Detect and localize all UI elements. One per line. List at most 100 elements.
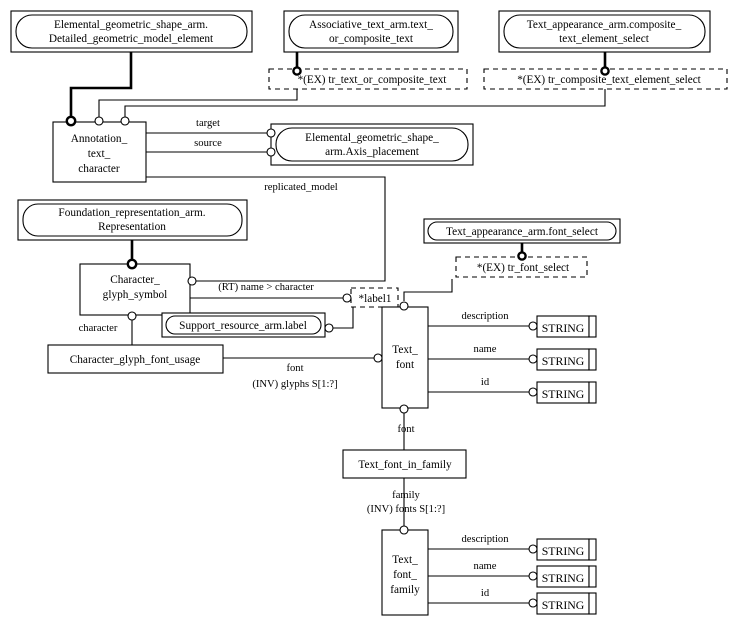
string-label: STRING	[542, 544, 585, 558]
circle-textfont-name	[528, 354, 538, 364]
circle-label-ref	[324, 323, 334, 333]
ref-line2: or_composite_text	[329, 33, 414, 45]
entity-line1: Text_	[392, 554, 418, 566]
circle-pageref-fontselect	[517, 251, 527, 261]
circle-replicated-model	[187, 276, 197, 286]
string-textfontfamily-id[interactable]: STRING	[536, 592, 597, 615]
ref-text-or-composite-text[interactable]: Associative_text_arm.text_ or_composite_…	[283, 10, 459, 53]
string-textfont-id[interactable]: STRING	[536, 381, 597, 404]
circle-target	[266, 128, 276, 138]
string-textfontfamily-name[interactable]: STRING	[536, 565, 597, 588]
circle-textfont-family	[399, 404, 409, 414]
pageref-label: *(EX) tr_text_or_composite_text	[298, 74, 448, 86]
pageref-label1[interactable]: *label1	[350, 287, 399, 308]
label-font-usage: font	[286, 363, 303, 374]
entity-text-font[interactable]: Text_ font	[381, 306, 429, 409]
ref-line1: Support_resource_arm.label	[179, 320, 307, 332]
entity-line1: Text_	[392, 344, 418, 356]
circle-label1	[342, 293, 352, 303]
string-bar	[588, 315, 597, 338]
label-target: target	[196, 118, 220, 129]
label-textfontfamily-name: name	[474, 561, 497, 572]
entity-character-glyph-font-usage[interactable]: Character_glyph_font_usage	[47, 344, 224, 374]
circle-charglyph-supertype	[126, 258, 138, 270]
label-rt-name-character: (RT) name > character	[218, 282, 314, 293]
ref-line1: Elemental_geometric_shape_arm.	[54, 19, 208, 31]
entity-line2: font_	[393, 569, 417, 581]
string-label: STRING	[542, 598, 585, 612]
entity-annotation-text-character[interactable]: Annotation_ text_ character	[52, 121, 147, 183]
circle-source	[266, 147, 276, 157]
entity-line3: character	[78, 163, 120, 175]
pageref-label: *(EX) tr_composite_text_element_select	[517, 74, 701, 86]
string-bar	[588, 592, 597, 615]
label-source: source	[194, 138, 222, 149]
pageref-label: *label1	[359, 293, 392, 305]
string-bar	[588, 565, 597, 588]
entity-character-glyph-symbol[interactable]: Character_ glyph_symbol	[79, 263, 191, 316]
entity-rect	[381, 306, 429, 409]
circle-character	[127, 311, 137, 321]
string-textfontfamily-description[interactable]: STRING	[536, 538, 597, 561]
circle-textfont-id	[528, 387, 538, 397]
ref-line1: Foundation_representation_arm.	[58, 207, 205, 219]
ref-line1: Text_appearance_arm.font_select	[446, 226, 599, 238]
circle-textfont-fontselect	[399, 301, 409, 311]
string-bar	[588, 381, 597, 404]
pageref-label: *(EX) tr_font_select	[477, 262, 570, 274]
label-textfont-name: name	[474, 344, 497, 355]
label-textfontfamily-id: id	[481, 588, 490, 599]
label-inv-glyphs: (INV) glyphs S[1:?]	[252, 379, 337, 390]
entity-text-font-family[interactable]: Text_ font_ family	[381, 529, 429, 616]
circle-annotation-textorcomposite	[94, 116, 104, 126]
circle-pageref-textorcomposite	[292, 66, 302, 76]
string-textfont-name[interactable]: STRING	[536, 348, 597, 371]
circle-textfontfamily-id	[528, 598, 538, 608]
entity-line3: family	[390, 584, 420, 596]
circle-pageref-compositeselect	[600, 66, 610, 76]
entity-line1: Character_	[110, 274, 160, 286]
label-textfontfamily-description: description	[461, 534, 509, 545]
string-label: STRING	[542, 354, 585, 368]
entity-line1: Annotation_	[71, 133, 128, 145]
entity-line1: Text_font_in_family	[358, 459, 452, 471]
label-inv-fonts: (INV) fonts S[1:?]	[367, 504, 445, 515]
circle-textfontfamily-top	[399, 525, 409, 535]
ref-axis-placement[interactable]: Elemental_geometric_shape_ arm.Axis_plac…	[270, 123, 474, 166]
label-replicated-model: replicated_model	[264, 182, 338, 193]
circle-textfontfamily-description	[528, 544, 538, 554]
string-label: STRING	[542, 571, 585, 585]
string-label: STRING	[542, 321, 585, 335]
entity-line2: font	[396, 359, 415, 371]
string-bar	[588, 348, 597, 371]
ref-detailed-geometric-model-element[interactable]: Elemental_geometric_shape_arm. Detailed_…	[10, 10, 253, 53]
ref-line1: Associative_text_arm.text_	[309, 19, 433, 31]
string-label: STRING	[542, 387, 585, 401]
string-bar	[588, 538, 597, 561]
ref-line2: Detailed_geometric_model_element	[49, 33, 214, 45]
circle-annotation-compositeselect	[120, 116, 130, 126]
ref-line2: text_element_select	[559, 33, 650, 45]
entity-line1: Character_glyph_font_usage	[70, 354, 201, 366]
ref-line2: arm.Axis_placement	[325, 146, 420, 158]
label-textfont-description: description	[461, 311, 509, 322]
circle-textfont-usage	[373, 353, 383, 363]
circle-textfontfamily-name	[528, 571, 538, 581]
ref-representation[interactable]: Foundation_representation_arm. Represent…	[17, 199, 248, 241]
entity-text-font-in-family[interactable]: Text_font_in_family	[342, 449, 467, 479]
circle-annotation-supertype	[65, 115, 77, 127]
circle-textfont-description	[528, 321, 538, 331]
entity-line2: text_	[88, 148, 111, 160]
label-family: family	[392, 490, 420, 501]
ref-label[interactable]: Support_resource_arm.label	[161, 312, 326, 338]
ref-line2: Representation	[98, 221, 166, 233]
string-textfont-description[interactable]: STRING	[536, 315, 597, 338]
label-textfont-id: id	[481, 377, 490, 388]
ref-font-select[interactable]: Text_appearance_arm.font_select	[423, 218, 621, 244]
label-character: character	[79, 323, 118, 334]
ref-line1: Elemental_geometric_shape_	[305, 132, 439, 144]
entity-line2: glyph_symbol	[103, 289, 168, 301]
express-g-diagram: Elemental_geometric_shape_arm. Detailed_…	[0, 0, 737, 626]
label-font-family: font	[397, 424, 414, 435]
ref-composite-text-element-select[interactable]: Text_appearance_arm.composite_ text_elem…	[498, 10, 711, 53]
